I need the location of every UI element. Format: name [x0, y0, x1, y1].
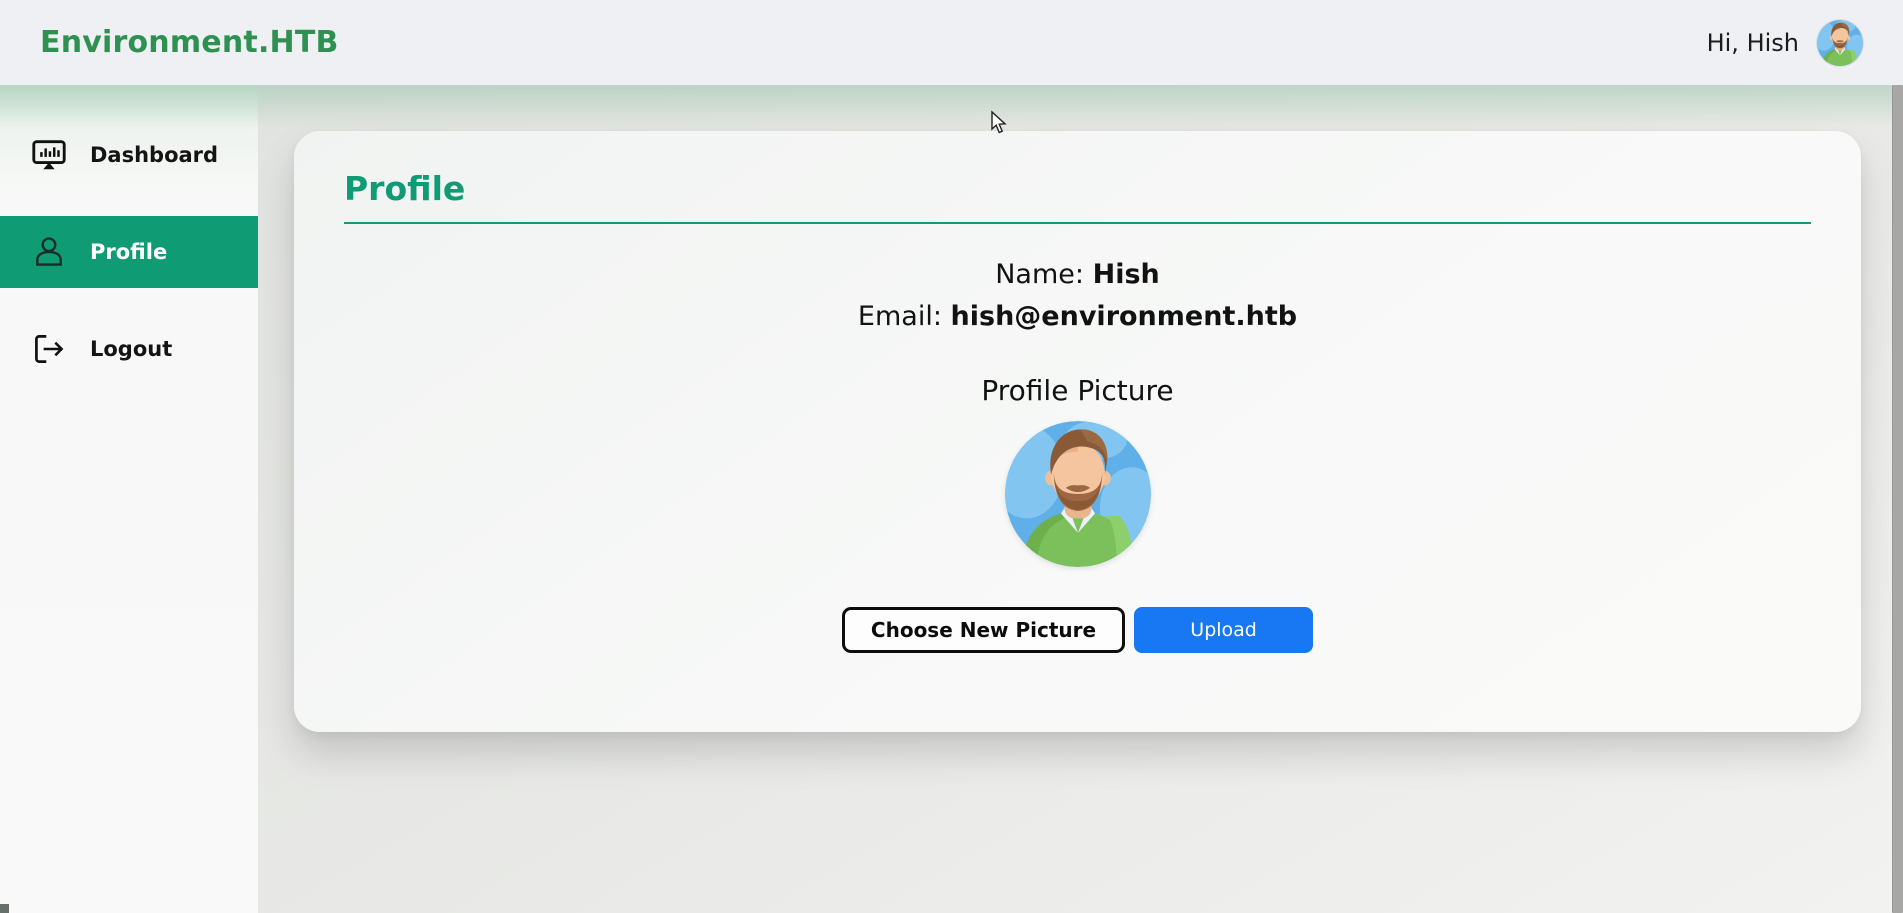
- title-divider: [344, 222, 1811, 224]
- sidebar-nav: Dashboard Profile Logout: [0, 85, 258, 913]
- header-user-area: Hi, Hish: [1707, 20, 1863, 66]
- vertical-scrollbar-thumb[interactable]: [1892, 85, 1903, 913]
- email-label: Email:: [858, 301, 942, 332]
- upload-button[interactable]: Upload: [1134, 607, 1313, 653]
- sidebar-item-dashboard[interactable]: Dashboard: [0, 119, 258, 191]
- vertical-scrollbar-track[interactable]: [1892, 85, 1903, 913]
- user-icon: [30, 233, 68, 271]
- sidebar-item-label: Profile: [90, 240, 167, 264]
- sidebar-item-logout[interactable]: Logout: [0, 313, 258, 385]
- main-content-area: Profile Name: Hish Email: hish@environme…: [258, 85, 1903, 913]
- page-title: Profile: [344, 169, 1811, 208]
- name-value: Hish: [1093, 259, 1160, 290]
- profile-info: Name: Hish Email: hish@environment.htb: [344, 254, 1811, 338]
- avatar-illustration: [1005, 421, 1151, 567]
- sidebar-item-profile[interactable]: Profile: [0, 216, 258, 288]
- profile-picture: [1005, 421, 1151, 567]
- header-avatar[interactable]: [1817, 20, 1863, 66]
- avatar-illustration: [1817, 20, 1863, 66]
- profile-card: Profile Name: Hish Email: hish@environme…: [294, 131, 1861, 732]
- logout-icon: [30, 330, 68, 368]
- email-line: Email: hish@environment.htb: [344, 296, 1811, 338]
- name-line: Name: Hish: [344, 254, 1811, 296]
- picture-actions: Choose New Picture Upload: [344, 607, 1811, 653]
- profile-picture-label: Profile Picture: [344, 374, 1811, 407]
- choose-new-picture-button[interactable]: Choose New Picture: [842, 607, 1125, 653]
- name-label: Name:: [995, 259, 1084, 290]
- sidebar-item-label: Dashboard: [90, 143, 218, 167]
- app-brand: Environment.HTB: [40, 25, 339, 60]
- email-value: hish@environment.htb: [951, 301, 1298, 332]
- top-header: Environment.HTB Hi, Hish: [0, 0, 1903, 85]
- corner-artifact: [0, 904, 9, 913]
- user-greeting: Hi, Hish: [1707, 29, 1799, 57]
- dashboard-monitor-chart-icon: [30, 136, 68, 174]
- sidebar-item-label: Logout: [90, 337, 172, 361]
